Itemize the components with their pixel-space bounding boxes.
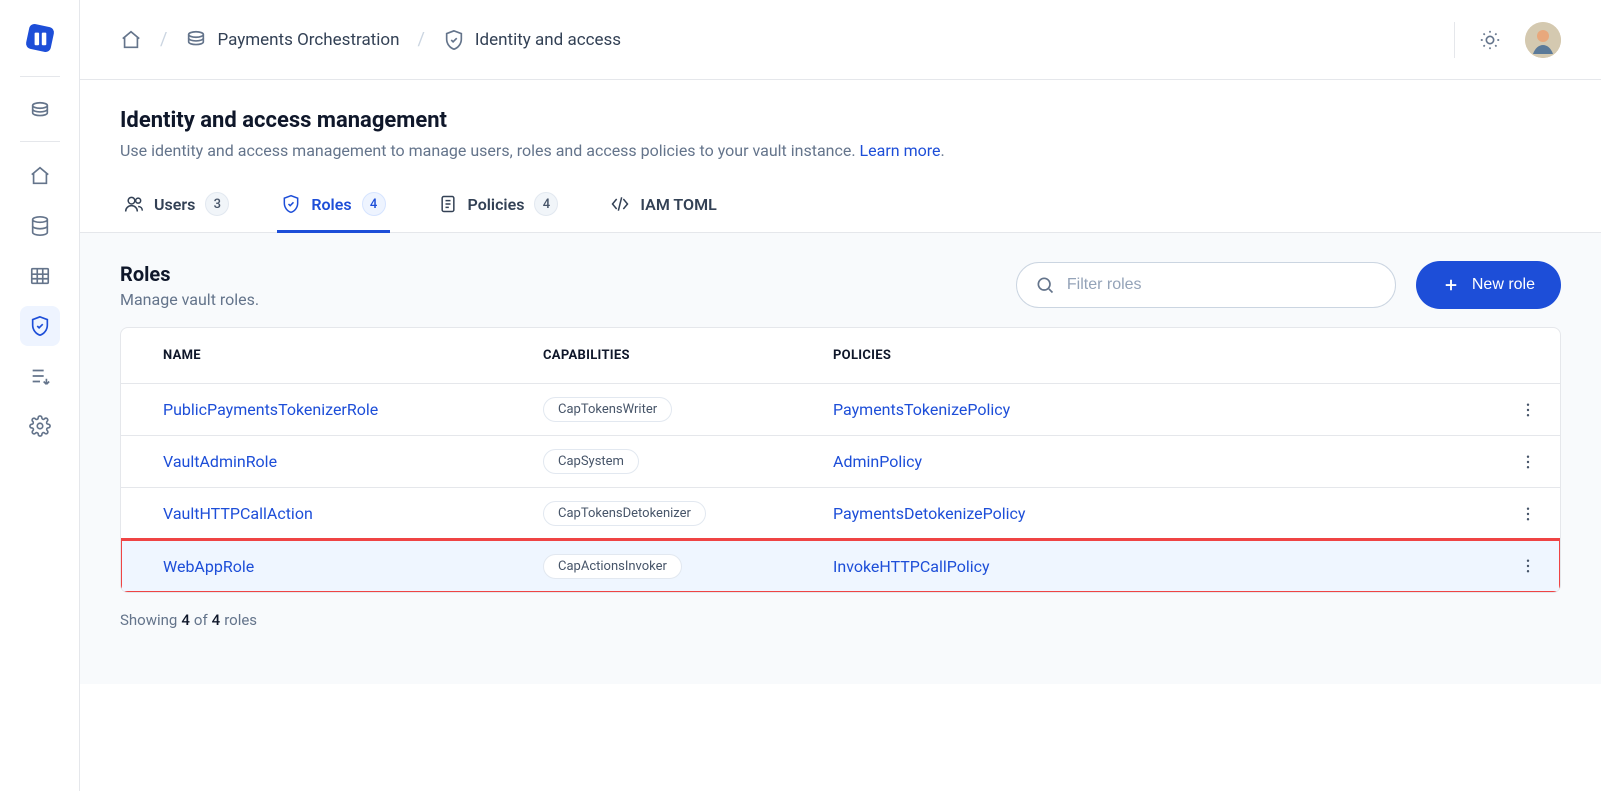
col-name: NAME [163,348,543,363]
capability-chip: CapTokensWriter [543,397,672,422]
breadcrumb-page-label: Identity and access [475,30,621,50]
sidebar-separator [20,141,60,142]
capability-chip: CapActionsInvoker [543,554,682,579]
sidebar-item-data[interactable] [20,206,60,246]
table-row: PublicPaymentsTokenizerRole CapTokensWri… [121,384,1560,436]
tab-roles-count: 4 [362,192,386,216]
topbar: / Payments Orchestration / Identity and … [80,0,1601,80]
theme-toggle-icon[interactable] [1479,29,1501,51]
panel-title: Roles [120,262,259,286]
code-icon [610,194,630,214]
col-capabilities: CAPABILITIES [543,348,833,363]
shield-icon [281,194,301,214]
app-logo[interactable] [20,18,60,58]
filter-roles-input[interactable] [1067,276,1377,294]
breadcrumb-separator: / [417,29,424,50]
capability-chip: CapTokensDetokenizer [543,501,706,526]
row-actions-button[interactable] [1516,450,1540,474]
content: Identity and access management Use ident… [80,80,1601,791]
topbar-divider [1454,22,1455,58]
row-actions-button[interactable] [1516,398,1540,422]
breadcrumb-page[interactable]: Identity and access [443,29,621,51]
plus-icon [1442,276,1460,294]
search-wrap [1016,262,1396,308]
sidebar-item-settings[interactable] [20,406,60,446]
panel-subtitle: Manage vault roles. [120,290,259,309]
dots-vertical-icon [1519,505,1537,523]
tab-users-count: 3 [205,192,229,216]
main: / Payments Orchestration / Identity and … [80,0,1601,791]
row-actions-button[interactable] [1516,502,1540,526]
database-icon [185,29,207,51]
sidebar-item-logs[interactable] [20,356,60,396]
table-row: VaultAdminRole CapSystem AdminPolicy [121,436,1560,488]
policy-link[interactable]: PaymentsDetokenizePolicy [833,504,1026,523]
tab-policies[interactable]: Policies 4 [434,192,563,233]
sidebar-item-tables[interactable] [20,256,60,296]
tab-iam-toml[interactable]: IAM TOML [606,192,720,233]
policy-link[interactable]: AdminPolicy [833,452,922,471]
search-icon [1035,275,1055,295]
policy-link[interactable]: PaymentsTokenizePolicy [833,400,1010,419]
sidebar-item-iam[interactable] [20,306,60,346]
tab-users[interactable]: Users 3 [120,192,233,233]
capability-chip: CapSystem [543,449,639,474]
table-row: WebAppRole CapActionsInvoker InvokeHTTPC… [121,540,1560,592]
learn-more-link[interactable]: Learn more [860,141,941,160]
table-footer: Showing 4 of 4 roles [120,611,1561,629]
dots-vertical-icon [1519,557,1537,575]
tab-roles-label: Roles [311,195,351,214]
shield-icon [443,29,465,51]
tabs: Users 3 Roles 4 Policies 4 IAM TOML [80,192,1601,233]
page-title: Identity and access management [120,108,1561,133]
tab-iam-toml-label: IAM TOML [640,195,716,214]
breadcrumb-project-label: Payments Orchestration [217,30,399,50]
breadcrumb-home[interactable] [120,29,142,51]
tab-policies-label: Policies [468,195,525,214]
tab-roles[interactable]: Roles 4 [277,192,389,233]
page-description: Use identity and access management to ma… [120,141,1561,160]
dots-vertical-icon [1519,401,1537,419]
table-row: VaultHTTPCallAction CapTokensDetokenizer… [121,488,1560,540]
document-icon [438,194,458,214]
table-header: NAME CAPABILITIES POLICIES [121,328,1560,384]
row-actions-button[interactable] [1516,554,1540,578]
sidebar-separator [20,76,60,77]
sidebar-item-home[interactable] [20,156,60,196]
breadcrumb-project[interactable]: Payments Orchestration [185,29,399,51]
breadcrumbs: / Payments Orchestration / Identity and … [120,29,621,51]
dots-vertical-icon [1519,453,1537,471]
breadcrumb-separator: / [160,29,167,50]
sidebar-item-database[interactable] [20,91,60,131]
tab-users-label: Users [154,195,195,214]
sidebar [0,0,80,791]
new-role-button[interactable]: New role [1416,261,1561,309]
role-name-link[interactable]: WebAppRole [163,557,254,576]
tab-policies-count: 4 [534,192,558,216]
role-name-link[interactable]: PublicPaymentsTokenizerRole [163,400,378,419]
policy-link[interactable]: InvokeHTTPCallPolicy [833,557,990,576]
users-icon [124,194,144,214]
role-name-link[interactable]: VaultAdminRole [163,452,277,471]
roles-table: NAME CAPABILITIES POLICIES PublicPayment… [120,327,1561,593]
panel: Roles Manage vault roles. New role NAME [80,233,1601,684]
home-icon [120,29,142,51]
new-role-label: New role [1472,276,1535,294]
col-policies: POLICIES [833,348,1480,363]
user-avatar[interactable] [1525,22,1561,58]
role-name-link[interactable]: VaultHTTPCallAction [163,504,313,523]
